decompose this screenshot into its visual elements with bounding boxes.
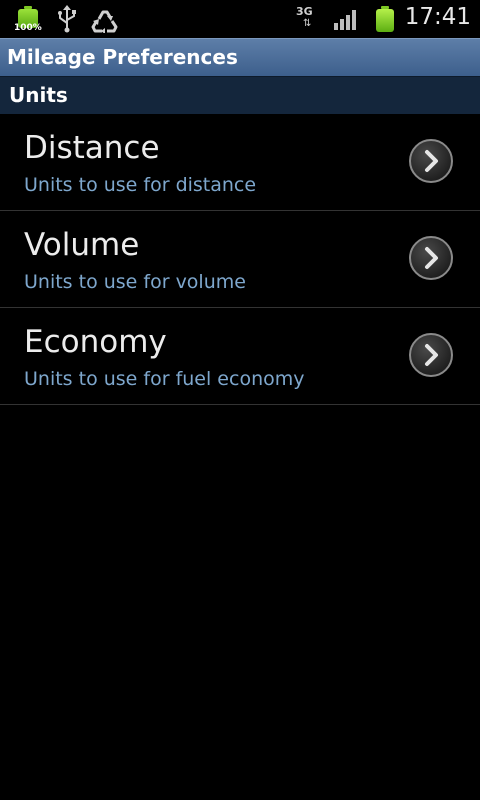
battery-icon bbox=[376, 6, 394, 32]
data-arrows-icon: ⇅ bbox=[303, 18, 312, 29]
page-title: Mileage Preferences bbox=[7, 45, 238, 69]
preference-title: Distance bbox=[24, 130, 160, 166]
3g-icon: 3G bbox=[296, 5, 313, 18]
category-header: Units bbox=[0, 76, 480, 114]
preference-distance[interactable]: Distance Units to use for distance bbox=[0, 114, 480, 211]
chevron-right-icon[interactable] bbox=[408, 332, 454, 378]
preference-volume[interactable]: Volume Units to use for volume bbox=[0, 211, 480, 308]
preference-title: Economy bbox=[24, 324, 167, 360]
preference-economy[interactable]: Economy Units to use for fuel economy bbox=[0, 308, 480, 405]
signal-icon bbox=[334, 10, 356, 30]
preference-summary: Units to use for distance bbox=[24, 174, 257, 196]
preference-title: Volume bbox=[24, 227, 140, 263]
chevron-right-icon[interactable] bbox=[408, 138, 454, 184]
preference-list: Distance Units to use for distance Volum… bbox=[0, 114, 480, 405]
status-bar: 100% 3G ⇅ 17:41 bbox=[0, 0, 480, 38]
usb-icon bbox=[58, 5, 76, 33]
preference-summary: Units to use for fuel economy bbox=[24, 368, 305, 390]
title-bar: Mileage Preferences bbox=[0, 38, 480, 76]
recycle-icon bbox=[91, 10, 118, 33]
category-label: Units bbox=[9, 83, 68, 107]
battery-percent: 100% bbox=[14, 23, 42, 33]
clock: 17:41 bbox=[404, 4, 471, 30]
chevron-right-icon[interactable] bbox=[408, 235, 454, 281]
preference-summary: Units to use for volume bbox=[24, 271, 246, 293]
